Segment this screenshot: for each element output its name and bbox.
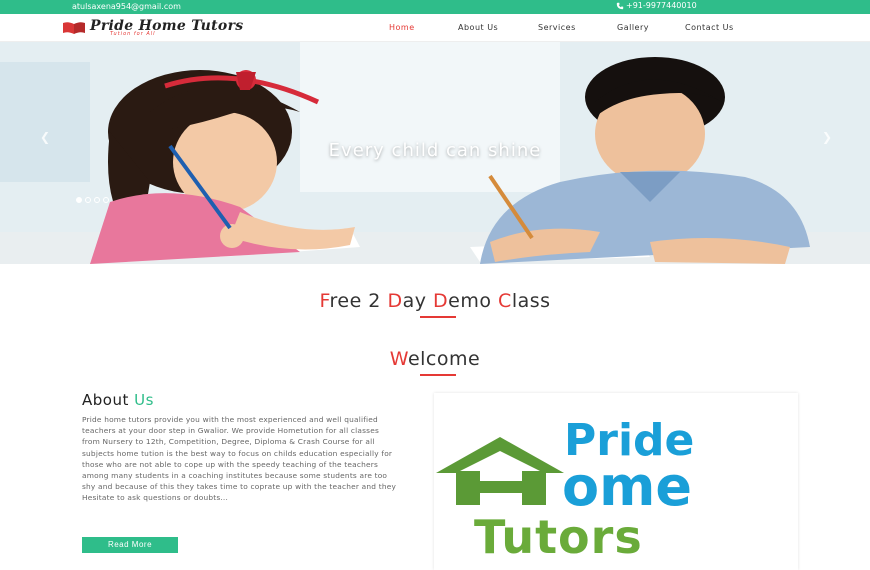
demo-class-heading: Free 2 Day Demo Class (319, 290, 551, 312)
about-description: Pride home tutors provide you with the m… (82, 415, 397, 503)
read-more-button[interactable]: Read More (82, 537, 178, 553)
logo-tagline: Tution for All (110, 31, 156, 37)
hero-caption: Every child can shine (328, 140, 542, 161)
slider-dot-4[interactable] (103, 197, 109, 203)
brand-logo-image: Pride ome Tutors (434, 393, 798, 570)
demo-heading-underline (420, 316, 456, 318)
slider-dot-1[interactable] (76, 197, 82, 203)
slider-dot-2[interactable] (85, 197, 91, 203)
phone-icon (616, 2, 624, 9)
hero-slider: ❮ ❯ Every child can shine (0, 42, 870, 264)
open-book-icon (63, 22, 85, 34)
contact-phone-number: +91-9977440010 (626, 1, 697, 10)
nav-services[interactable]: Services (538, 23, 576, 32)
slider-dot-3[interactable] (94, 197, 100, 203)
site-header: Pride Home Tutors Tution for All Home Ab… (0, 14, 870, 42)
brand-word-tutors: Tutors (474, 510, 643, 564)
welcome-heading-underline (420, 374, 456, 376)
brand-logo-graphic: Pride ome Tutors (436, 415, 694, 564)
nav-about-us[interactable]: About Us (458, 23, 498, 32)
top-bar: atulsaxena954@gmail.com +91-9977440010 (0, 0, 870, 14)
slider-dots (76, 197, 109, 203)
welcome-heading: Welcome (389, 348, 481, 370)
contact-phone[interactable]: +91-9977440010 (616, 1, 697, 10)
nav-gallery[interactable]: Gallery (617, 23, 649, 32)
about-heading: About Us (82, 391, 154, 409)
brand-word-ome: ome (562, 455, 692, 518)
contact-email[interactable]: atulsaxena954@gmail.com (72, 2, 181, 11)
nav-home[interactable]: Home (389, 23, 415, 32)
nav-contact-us[interactable]: Contact Us (685, 23, 734, 32)
